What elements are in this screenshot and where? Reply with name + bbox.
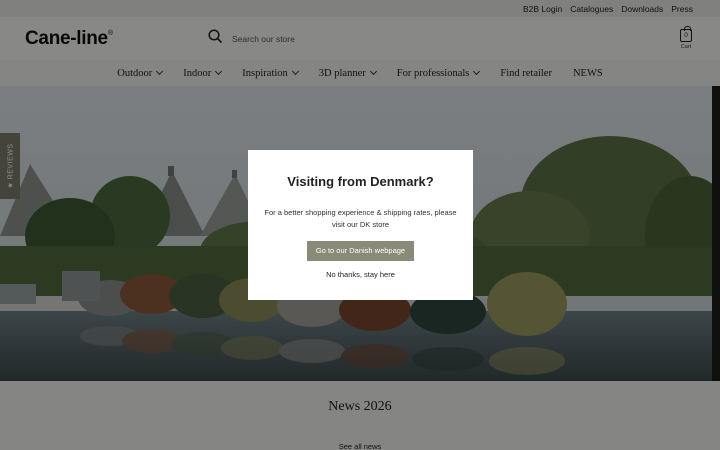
stay-here-link[interactable]: No thanks, stay here	[248, 270, 473, 279]
go-to-danish-site-button[interactable]: Go to our Danish webpage	[307, 241, 414, 261]
modal-body: For a better shopping experience & shipp…	[264, 208, 457, 229]
country-redirect-modal: Visiting from Denmark? For a better shop…	[248, 150, 473, 300]
modal-title: Visiting from Denmark?	[287, 174, 434, 189]
